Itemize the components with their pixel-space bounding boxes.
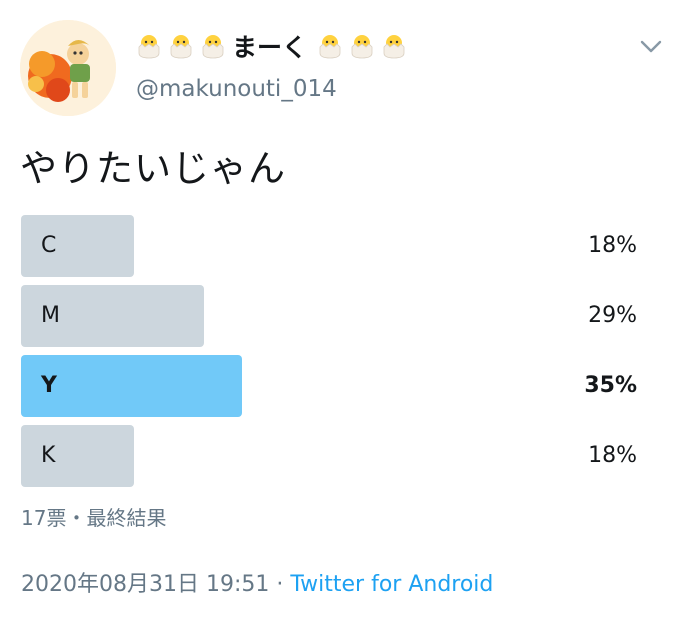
hatching-chick-icon: [319, 35, 341, 59]
chevron-down-icon[interactable]: [638, 38, 664, 56]
poll-option-label: M: [41, 303, 60, 328]
hatching-chick-icon: [351, 35, 373, 59]
poll-option-label: Y: [41, 373, 57, 398]
poll-option-percent: 18%: [588, 443, 637, 468]
hatching-chick-icon: [138, 35, 160, 59]
tweet-footer: 2020年08月31日 19:51 · Twitter for Android: [21, 566, 493, 598]
poll-option-percent: 35%: [584, 373, 637, 398]
poll-option-percent: 18%: [588, 233, 637, 258]
poll-bar: [21, 215, 135, 277]
poll-option-label: C: [41, 233, 57, 258]
tweet-timestamp[interactable]: 2020年08月31日 19:51: [21, 572, 269, 597]
poll-option-percent: 29%: [588, 303, 637, 328]
user-handle[interactable]: @makunouti_014: [136, 76, 337, 102]
poll-option-label: K: [41, 443, 56, 468]
poll-results-meta: 17票・最終結果: [21, 506, 167, 530]
hatching-chick-icon: [202, 35, 224, 59]
poll-option: M 29%: [21, 285, 637, 347]
display-name-text: まーく: [232, 33, 308, 62]
footer-separator: ·: [269, 572, 291, 597]
poll: C 18% M 29% Y 35% K 18%: [21, 215, 637, 495]
poll-bar: [21, 425, 135, 487]
avatar-image: [20, 20, 116, 116]
hatching-chick-icon: [383, 35, 405, 59]
poll-option: C 18%: [21, 215, 637, 277]
display-name[interactable]: まーく: [136, 28, 407, 64]
poll-option: K 18%: [21, 425, 637, 487]
avatar[interactable]: [20, 20, 116, 116]
poll-option: Y 35%: [21, 355, 637, 417]
tweet-text: やりたいじゃん: [20, 147, 286, 190]
hatching-chick-icon: [170, 35, 192, 59]
source-link[interactable]: Twitter for Android: [290, 572, 493, 597]
